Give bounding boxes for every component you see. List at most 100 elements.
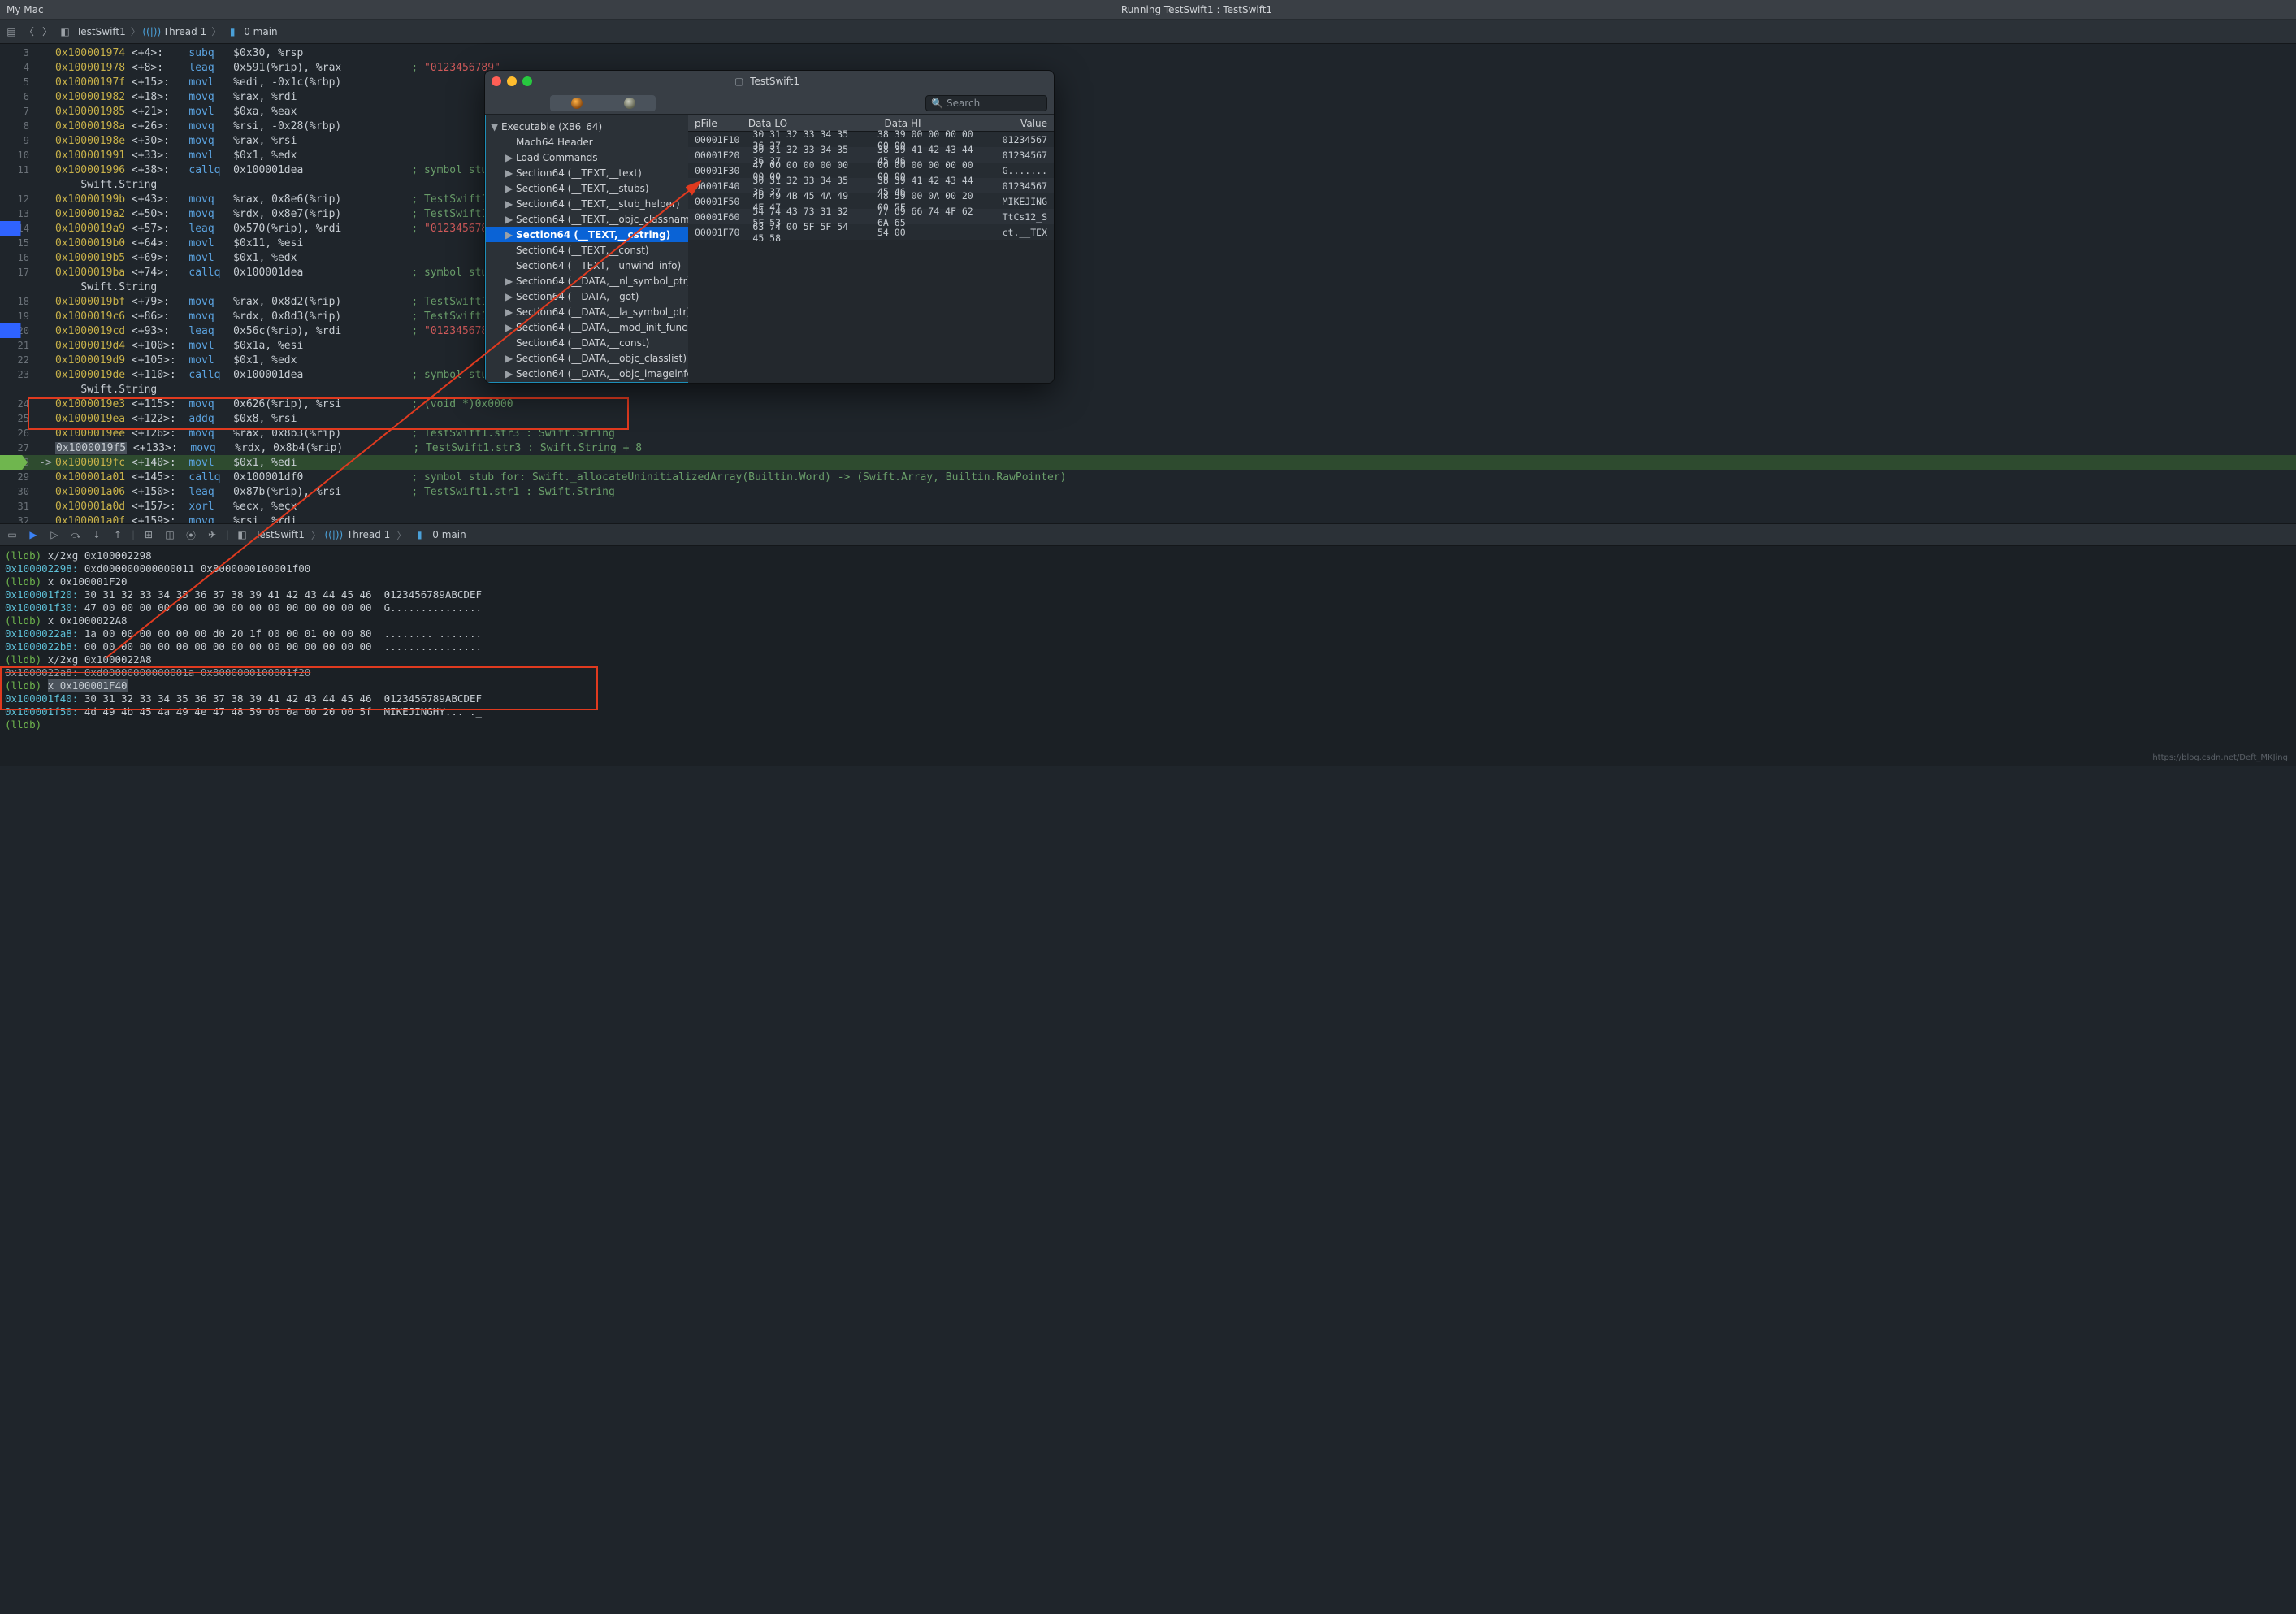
asm-line[interactable]: 60x100001982 <+18>: movq %rax, %rdi: [0, 89, 2296, 104]
asm-line[interactable]: 230x1000019de <+110>: callq 0x100001dea …: [0, 367, 2296, 382]
tree-row[interactable]: ▶ Section64 (__DATA,__objc_classlist): [486, 350, 688, 366]
close-icon[interactable]: [492, 76, 501, 86]
asm-line[interactable]: 90x10000198e <+30>: movq %rax, %rsi: [0, 133, 2296, 148]
asm-line[interactable]: 300x100001a06 <+150>: leaq 0x87b(%rip), …: [0, 484, 2296, 499]
tree-row[interactable]: ▶ Section64 (__DATA,__objc_imageinfo): [486, 366, 688, 381]
asm-line[interactable]: 28->0x1000019fc <+140>: movl $0x1, %edi: [0, 455, 2296, 470]
asm-line[interactable]: 80x10000198a <+26>: movq %rsi, -0x28(%rb…: [0, 119, 2296, 133]
tree-row[interactable]: ▶ Section64 (__TEXT,__objc_classname): [486, 211, 688, 227]
macho-hex-table[interactable]: pFile Data LO Data HI Value 00001F1030 3…: [688, 115, 1054, 383]
disclosure-icon[interactable]: ▶: [505, 183, 513, 194]
nav-back-icon[interactable]: 〈: [23, 25, 36, 38]
step-out-icon[interactable]: ↑: [110, 527, 125, 542]
tree-row[interactable]: Mach64 Header: [486, 134, 688, 150]
zoom-icon[interactable]: [522, 76, 532, 86]
disclosure-icon[interactable]: ▼: [491, 121, 498, 132]
disassembly-view[interactable]: 30x100001974 <+4>: subq $0x30, %rsp 40x1…: [0, 44, 2296, 523]
column-datahi[interactable]: Data HI: [877, 118, 1014, 129]
asm-line[interactable]: Swift.String: [0, 280, 2296, 294]
asm-line[interactable]: 120x10000199b <+43>: movq %rax, 0x8e6(%r…: [0, 192, 2296, 206]
column-pfile[interactable]: pFile: [688, 118, 742, 129]
tree-row[interactable]: ▶ Section64 (__DATA,__nl_symbol_ptr): [486, 273, 688, 289]
tree-row[interactable]: ▼ Executable (X86_64): [486, 119, 688, 134]
asm-line[interactable]: 150x1000019b0 <+64>: movl $0x11, %esi: [0, 236, 2296, 250]
asm-line[interactable]: 40x100001978 <+8>: leaq 0x591(%rip), %ra…: [0, 60, 2296, 75]
macho-section-tree[interactable]: ▼ Executable (X86_64) Mach64 Header▶ Loa…: [485, 115, 688, 383]
debug-memory-icon[interactable]: ◫: [162, 527, 177, 542]
disclosure-icon[interactable]: ▶: [505, 214, 513, 225]
tree-row[interactable]: ▶ Section64 (__TEXT,__stub_helper): [486, 196, 688, 211]
step-over-icon[interactable]: ⤼: [68, 527, 83, 542]
tree-row[interactable]: ▶ Section64 (__TEXT,__stubs): [486, 180, 688, 196]
hex-row[interactable]: 00001F6054 74 43 73 31 32 5F 5377 69 66 …: [688, 209, 1054, 224]
asm-line[interactable]: 110x100001996 <+38>: callq 0x100001dea ;…: [0, 163, 2296, 177]
related-items-icon[interactable]: ▤: [5, 25, 18, 38]
tree-row[interactable]: ▶ Section64 (__DATA,__la_symbol_ptr): [486, 304, 688, 319]
tree-row[interactable]: Section64 (__DATA,__const): [486, 335, 688, 350]
continue-icon[interactable]: ▷: [47, 527, 62, 542]
column-value[interactable]: Value: [1014, 118, 1054, 129]
macho-search-field[interactable]: 🔍 Search: [925, 95, 1047, 111]
asm-line[interactable]: 170x1000019ba <+74>: callq 0x100001dea ;…: [0, 265, 2296, 280]
asm-line[interactable]: 30x100001974 <+4>: subq $0x30, %rsp: [0, 46, 2296, 60]
asm-line[interactable]: 260x1000019ee <+126>: movq %rax, 0x8b3(%…: [0, 426, 2296, 440]
lldb-console[interactable]: (lldb) x/2xg 0x1000022980x100002298: 0xd…: [0, 546, 2296, 766]
breakpoint-marker[interactable]: [0, 221, 28, 236]
tree-row[interactable]: ▶ Section64 (__TEXT,__cstring): [486, 227, 688, 242]
breadcrumb-frame[interactable]: 0 main: [244, 26, 277, 37]
asm-line[interactable]: Swift.String: [0, 177, 2296, 192]
macho-titlebar[interactable]: ▢ TestSwift1: [485, 71, 1054, 92]
asm-line[interactable]: 130x1000019a2 <+50>: movq %rdx, 0x8e7(%r…: [0, 206, 2296, 221]
disclosure-icon[interactable]: ▶: [505, 291, 513, 302]
breakpoint-marker[interactable]: [0, 323, 28, 338]
asm-line[interactable]: 70x100001985 <+21>: movl $0xa, %eax: [0, 104, 2296, 119]
minimize-icon[interactable]: [507, 76, 517, 86]
tree-row[interactable]: Section64 (__DATA,__objc_const): [486, 381, 688, 383]
disclosure-icon[interactable]: ▶: [505, 198, 513, 210]
column-datalo[interactable]: Data LO: [742, 118, 878, 129]
asm-line[interactable]: 50x10000197f <+15>: movl %edi, -0x1c(%rb…: [0, 75, 2296, 89]
tree-row[interactable]: ▶ Section64 (__DATA,__got): [486, 289, 688, 304]
arch-x86-icon[interactable]: [571, 98, 583, 109]
asm-line[interactable]: 320x100001a0f <+159>: movq %rsi, %rdi: [0, 514, 2296, 523]
disclosure-icon[interactable]: ▶: [505, 152, 513, 163]
debug-view-icon[interactable]: ⊞: [141, 527, 156, 542]
disclosure-icon[interactable]: ▶: [505, 167, 513, 179]
arch-segmented-control[interactable]: [550, 95, 656, 111]
tree-row[interactable]: Section64 (__TEXT,__unwind_info): [486, 258, 688, 273]
nav-forward-icon[interactable]: 〉: [41, 25, 54, 38]
hex-row[interactable]: 00001F7063 74 00 5F 5F 54 45 5854 00ct._…: [688, 224, 1054, 240]
asm-line[interactable]: Swift.String: [0, 382, 2296, 397]
tree-row[interactable]: Section64 (__TEXT,__const): [486, 242, 688, 258]
arch-other-icon[interactable]: [624, 98, 635, 109]
disclosure-icon[interactable]: ▶: [505, 306, 513, 318]
debug-breadcrumb-project[interactable]: TestSwift1: [255, 529, 305, 540]
asm-line[interactable]: 290x100001a01 <+145>: callq 0x100001df0 …: [0, 470, 2296, 484]
asm-line[interactable]: 210x1000019d4 <+100>: movl $0x1a, %esi: [0, 338, 2296, 353]
debug-breadcrumb-frame[interactable]: 0 main: [432, 529, 466, 540]
asm-line[interactable]: 160x1000019b5 <+69>: movl $0x1, %edx: [0, 250, 2296, 265]
debug-breadcrumb-thread[interactable]: Thread 1: [347, 529, 390, 540]
step-into-icon[interactable]: ↓: [89, 527, 104, 542]
asm-line[interactable]: 310x100001a0d <+157>: xorl %ecx, %ecx: [0, 499, 2296, 514]
disclosure-icon[interactable]: ▶: [505, 368, 513, 380]
asm-line[interactable]: 190x1000019c6 <+86>: movq %rdx, 0x8d3(%r…: [0, 309, 2296, 323]
asm-line[interactable]: 140x1000019a9 <+57>: leaq 0x570(%rip), %…: [0, 221, 2296, 236]
breakpoints-icon[interactable]: ▶: [26, 527, 41, 542]
disclosure-icon[interactable]: ▶: [505, 276, 513, 287]
disclosure-icon[interactable]: ▶: [505, 229, 513, 241]
debug-hierarchy-icon[interactable]: ⦿: [184, 527, 198, 542]
disclosure-icon[interactable]: ▶: [505, 322, 513, 333]
asm-line[interactable]: 200x1000019cd <+93>: leaq 0x56c(%rip), %…: [0, 323, 2296, 338]
macho-window[interactable]: ▢ TestSwift1 🔍 Search ▼ Executable (X86_…: [484, 70, 1055, 384]
breadcrumb-thread[interactable]: Thread 1: [163, 26, 206, 37]
asm-line[interactable]: 250x1000019ea <+122>: addq $0x8, %rsi: [0, 411, 2296, 426]
debug-location-icon[interactable]: ✈: [205, 527, 219, 542]
tree-row[interactable]: ▶ Section64 (__DATA,__mod_init_func): [486, 319, 688, 335]
asm-line[interactable]: 100x100001991 <+33>: movl $0x1, %edx: [0, 148, 2296, 163]
asm-line[interactable]: 220x1000019d9 <+105>: movl $0x1, %edx: [0, 353, 2296, 367]
asm-line[interactable]: 180x1000019bf <+79>: movq %rax, 0x8d2(%r…: [0, 294, 2296, 309]
hide-debug-icon[interactable]: ▭: [5, 527, 19, 542]
pc-marker[interactable]: [0, 455, 28, 470]
disclosure-icon[interactable]: ▶: [505, 353, 513, 364]
